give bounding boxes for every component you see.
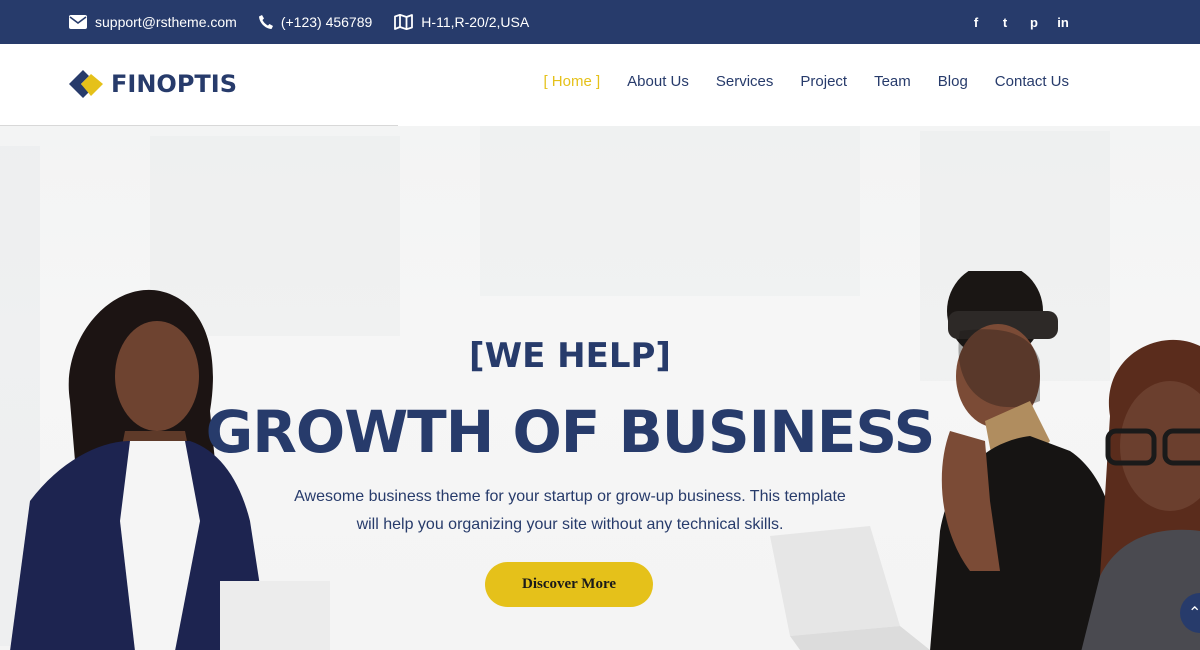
contact-address[interactable]: H-11,R-20/2,USA bbox=[394, 14, 529, 30]
hero-eyebrow: [WE HELP] bbox=[469, 336, 671, 376]
envelope-icon bbox=[69, 15, 87, 29]
address-text: H-11,R-20/2,USA bbox=[421, 14, 530, 30]
nav-about[interactable]: About Us bbox=[627, 73, 689, 90]
phone-text: (+123) 456789 bbox=[280, 14, 373, 30]
hero-headline: GROWTH OF BUSINESS bbox=[205, 398, 936, 466]
contact-phone[interactable]: (+123) 456789 bbox=[258, 14, 373, 30]
hero-section: [WE HELP] GROWTH OF BUSINESS Awesome bus… bbox=[0, 126, 1200, 650]
top-bar: support@rstheme.com (+123) 456789 H-11,R… bbox=[0, 0, 1200, 44]
contact-email[interactable]: support@rstheme.com bbox=[69, 14, 237, 30]
nav-team[interactable]: Team bbox=[874, 73, 911, 90]
nav-services[interactable]: Services bbox=[716, 73, 774, 90]
nav-home[interactable]: [ Home ] bbox=[543, 73, 600, 90]
discover-more-button[interactable]: Discover More bbox=[485, 562, 653, 607]
logo-mark-icon bbox=[69, 70, 103, 98]
hero-content: [WE HELP] GROWTH OF BUSINESS Awesome bus… bbox=[0, 126, 1200, 650]
linkedin-icon[interactable]: in bbox=[1056, 15, 1070, 30]
nav-contact[interactable]: Contact Us bbox=[995, 73, 1069, 90]
pinterest-icon[interactable]: p bbox=[1027, 15, 1041, 30]
main-nav: [ Home ] About Us Services Project Team … bbox=[543, 73, 1069, 90]
main-header: FINOPTIS [ Home ] About Us Services Proj… bbox=[0, 44, 1200, 126]
map-icon bbox=[394, 14, 414, 30]
hero-description: Awesome business theme for your startup … bbox=[294, 488, 846, 533]
twitter-icon[interactable]: t bbox=[998, 15, 1012, 30]
social-links: f t p in bbox=[954, 0, 1070, 44]
chevron-up-icon: ⌃ bbox=[1188, 605, 1200, 622]
phone-icon bbox=[258, 15, 273, 29]
nav-blog[interactable]: Blog bbox=[938, 73, 968, 90]
logo[interactable]: FINOPTIS bbox=[69, 69, 237, 99]
logo-text: FINOPTIS bbox=[111, 70, 237, 98]
email-text: support@rstheme.com bbox=[95, 14, 237, 30]
contact-info: support@rstheme.com (+123) 456789 H-11,R… bbox=[69, 0, 551, 44]
nav-project[interactable]: Project bbox=[800, 73, 847, 90]
facebook-icon[interactable]: f bbox=[969, 15, 983, 30]
